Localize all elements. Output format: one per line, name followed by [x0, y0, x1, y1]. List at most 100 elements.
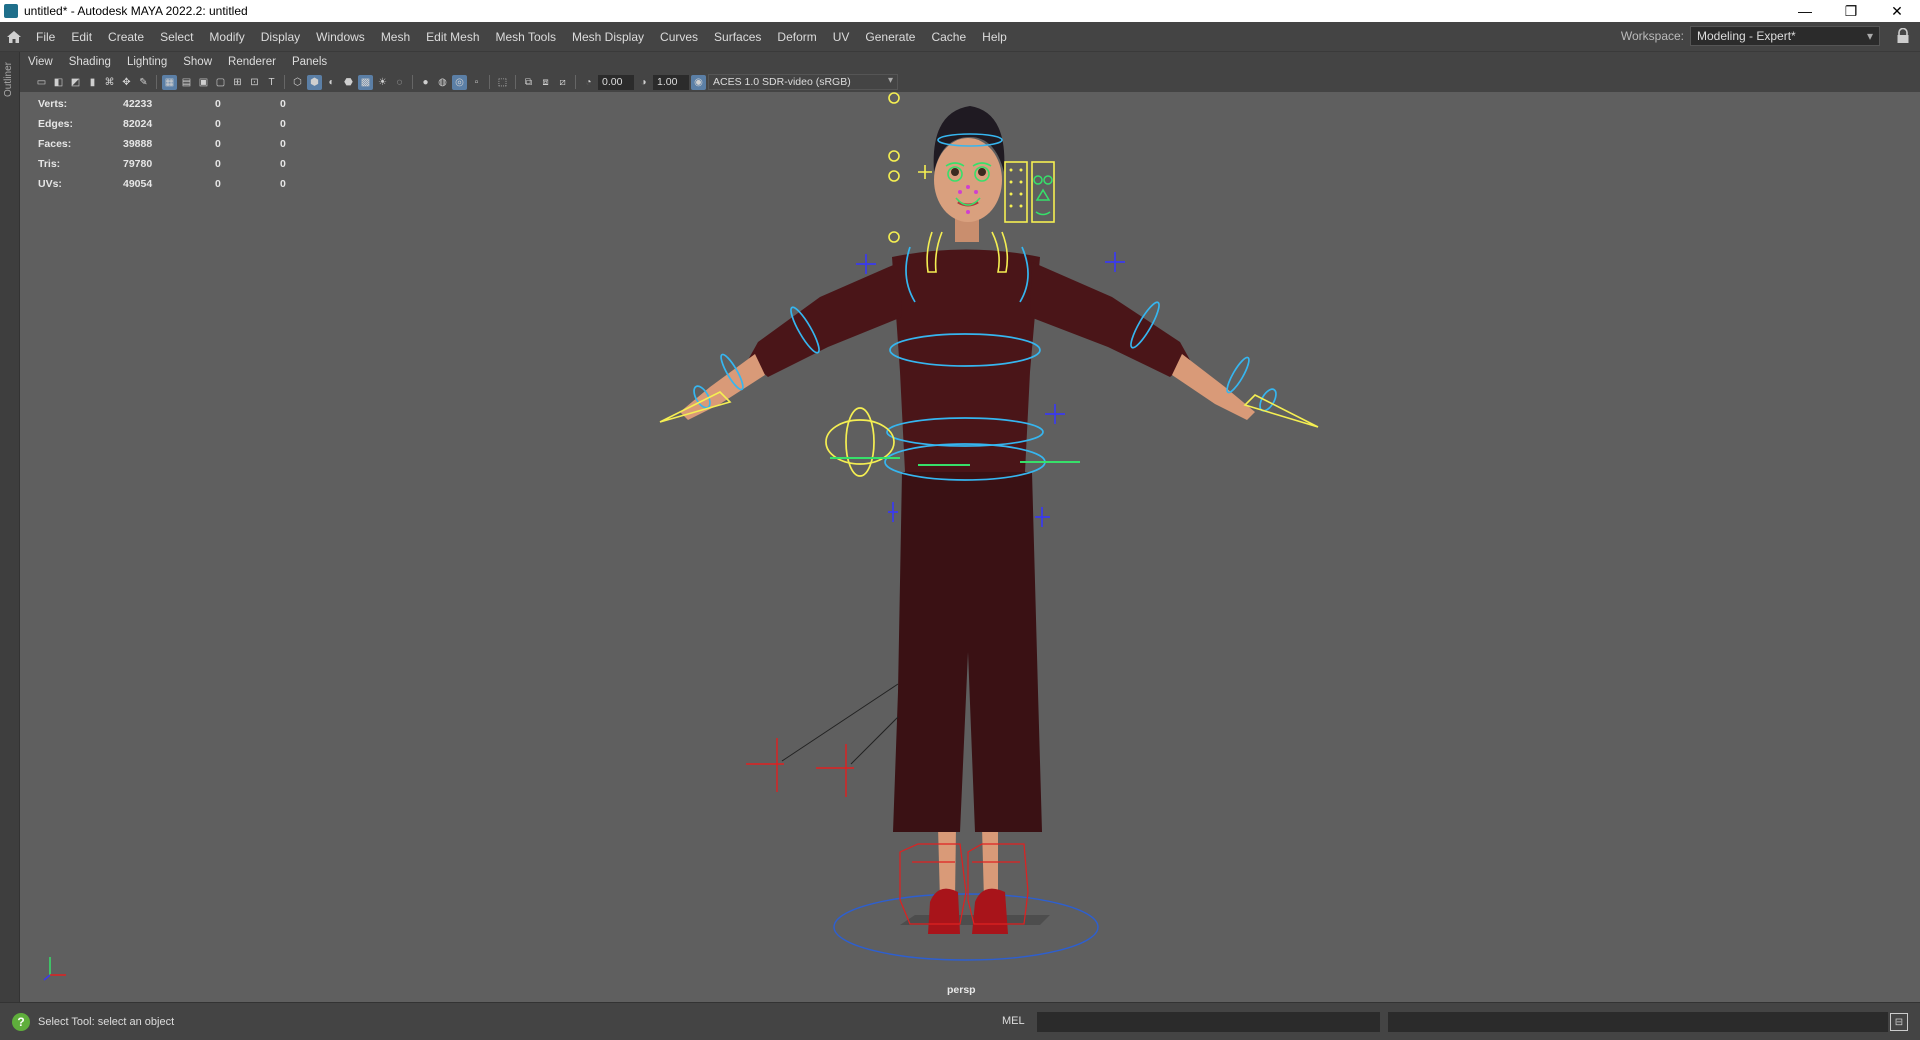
command-input[interactable] [1037, 1012, 1380, 1032]
anti-aliasing-icon[interactable]: ◎ [452, 74, 467, 90]
character-rig-scene [659, 92, 1319, 961]
panel-menu-renderer[interactable]: Renderer [220, 56, 284, 68]
use-all-lights-icon[interactable]: ☀ [375, 75, 390, 90]
safe-title-icon[interactable]: T [264, 75, 279, 90]
facial-gui-panel-right[interactable] [1031, 161, 1055, 223]
menu-help[interactable]: Help [974, 22, 1015, 52]
grease-pencil-icon[interactable]: ✎ [136, 75, 151, 90]
right-shoe [972, 888, 1008, 934]
menu-surfaces[interactable]: Surfaces [706, 22, 769, 52]
facial-gui-dots [1009, 168, 1023, 208]
panel-menu-show[interactable]: Show [175, 56, 220, 68]
eye-aim-controls[interactable] [888, 92, 900, 243]
maya-app-icon [4, 4, 18, 18]
script-language-toggle[interactable]: MEL [1002, 1015, 1025, 1027]
panel-menu-view[interactable]: View [20, 56, 61, 68]
camera-icon[interactable]: ▭ [34, 75, 49, 90]
camera-name-label: persp [947, 984, 976, 996]
shadows-icon[interactable]: ◌ [392, 75, 407, 90]
view-transform-value: ACES 1.0 SDR-video (sRGB) [713, 76, 851, 88]
menu-uv[interactable]: UV [825, 22, 858, 52]
menu-edit[interactable]: Edit [63, 22, 100, 52]
menu-display[interactable]: Display [253, 22, 308, 52]
wireframe-icon[interactable]: ⬡ [290, 75, 305, 90]
right-forearm [1172, 354, 1255, 420]
view-transform-dropdown[interactable]: ACES 1.0 SDR-video (sRGB) ▾ [708, 74, 898, 90]
help-icon[interactable]: ? [12, 1012, 30, 1031]
workspace-dropdown[interactable]: Modeling - Expert* ▾ [1690, 26, 1880, 46]
smooth-shade-icon[interactable]: ⬢ [307, 74, 322, 90]
hud-value: 0 [215, 98, 221, 110]
motion-blur-icon[interactable]: ◍ [435, 75, 450, 90]
gamma-icon[interactable]: ◑ [636, 75, 651, 90]
field-chart-icon[interactable]: ⊞ [230, 75, 245, 90]
menu-curves[interactable]: Curves [652, 22, 706, 52]
pan-zoom-icon[interactable]: ✥ [119, 75, 134, 90]
hud-label: Faces: [38, 138, 72, 150]
bookmark-camera-icon[interactable]: ◩ [68, 75, 83, 90]
hud-value: 42233 [123, 98, 153, 110]
menu-modify[interactable]: Modify [201, 22, 252, 52]
isolate-select-icon[interactable]: ⬚ [495, 75, 510, 90]
bookmark-icon[interactable]: ▮ [85, 75, 100, 90]
menu-mesh-display[interactable]: Mesh Display [564, 22, 652, 52]
panel-menu-shading[interactable]: Shading [61, 56, 119, 68]
menu-mesh-tools[interactable]: Mesh Tools [488, 22, 564, 52]
exposure-field[interactable]: 0.00 [598, 74, 634, 90]
menu-create[interactable]: Create [100, 22, 152, 52]
gate-mask-icon[interactable]: ▢ [213, 75, 228, 90]
panel-menu-lighting[interactable]: Lighting [119, 56, 175, 68]
hud-row-verts: Verts: 42233 0 0 [38, 94, 320, 114]
home-icon[interactable] [0, 22, 28, 52]
panel-toolbar: ▭ ◧ ◩ ▮ ⌘ ✥ ✎ ▦ ▤ ▣ ▢ ⊞ ⊡ T ⬡ ⬢ ◐ ⬣ ▩ ☀ … [20, 72, 1920, 92]
grid-icon[interactable]: ▦ [162, 74, 177, 90]
ambient-occlusion-icon[interactable]: ● [418, 75, 433, 90]
camera-attributes-icon[interactable]: ◧ [51, 75, 66, 90]
image-plane-icon[interactable]: ⌘ [102, 75, 117, 90]
textured-icon[interactable]: ▩ [358, 74, 373, 90]
menu-windows[interactable]: Windows [308, 22, 373, 52]
gamma-field[interactable]: 1.00 [653, 74, 689, 90]
default-material-icon[interactable]: ◐ [324, 75, 339, 90]
root-control[interactable] [833, 893, 1099, 961]
xray-joints-icon[interactable]: ⧄ [555, 75, 570, 90]
chevron-down-icon: ▾ [1866, 29, 1873, 43]
menu-deform[interactable]: Deform [769, 22, 824, 52]
menu-mesh[interactable]: Mesh [373, 22, 418, 52]
panel-menu-panels[interactable]: Panels [284, 56, 335, 68]
menu-cache[interactable]: Cache [923, 22, 974, 52]
safe-action-icon[interactable]: ⊡ [247, 75, 262, 90]
minimize-button[interactable]: — [1782, 0, 1828, 22]
depth-of-field-icon[interactable]: ▫ [469, 75, 484, 90]
facial-gui-markers[interactable] [1033, 175, 1053, 216]
xray-active-icon[interactable]: ⧈ [538, 75, 553, 90]
perspective-viewport[interactable]: Verts: 42233 0 0 Edges: 82024 0 0 Faces:… [20, 92, 1920, 1002]
menu-select[interactable]: Select [152, 22, 201, 52]
menu-edit-mesh[interactable]: Edit Mesh [418, 22, 487, 52]
menu-file[interactable]: File [28, 22, 63, 52]
command-line-bar: ? Select Tool: select an object MEL ⊟ [0, 1002, 1920, 1040]
script-editor-icon[interactable]: ⊟ [1890, 1013, 1908, 1031]
xray-icon[interactable]: ⧉ [521, 75, 536, 90]
knee-pole-controls[interactable] [746, 738, 854, 797]
left-eye [951, 168, 959, 176]
toolbar-separator [156, 75, 157, 89]
restore-button[interactable]: ❐ [1828, 0, 1874, 22]
menu-generate[interactable]: Generate [857, 22, 923, 52]
film-gate-icon[interactable]: ▤ [179, 75, 194, 90]
lock-icon[interactable] [1896, 27, 1910, 44]
foot-ik-controls[interactable] [899, 843, 1029, 925]
close-button[interactable]: ✕ [1874, 0, 1920, 22]
hud-value: 0 [215, 158, 221, 170]
right-hand-control[interactable] [1243, 394, 1319, 428]
color-management-icon[interactable]: ◉ [691, 74, 706, 90]
workspace-label: Workspace: [1620, 29, 1684, 43]
facial-gui-panel-left[interactable] [1004, 161, 1028, 223]
toolbar-separator [284, 75, 285, 89]
outliner-tab[interactable]: Outliner [0, 52, 20, 1002]
wireframe-on-shaded-icon[interactable]: ⬣ [341, 75, 356, 90]
head-aim-control[interactable] [918, 165, 932, 179]
hip-control[interactable] [825, 407, 895, 477]
exposure-icon[interactable]: ◔ [581, 75, 596, 90]
resolution-gate-icon[interactable]: ▣ [196, 75, 211, 90]
